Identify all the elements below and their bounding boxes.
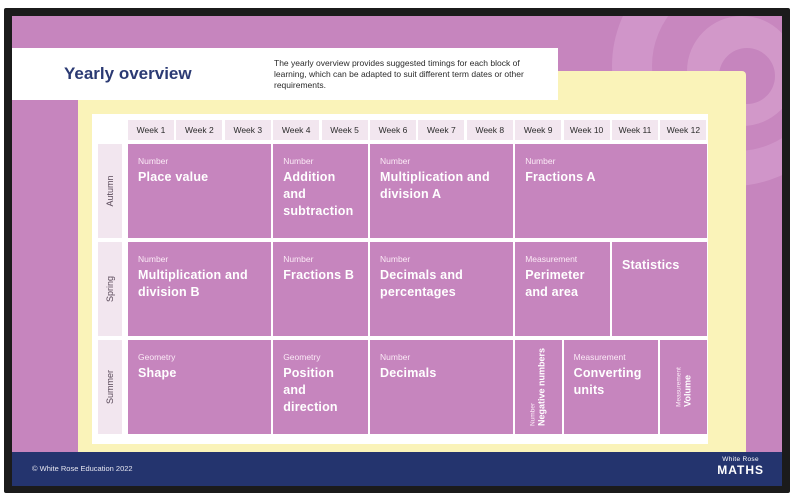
spring-block-5: Statistics: [612, 242, 707, 336]
block-category: Number: [380, 254, 411, 264]
block-name: Shape: [138, 366, 177, 380]
week-header-4: Week 4: [273, 120, 320, 140]
block-name: Multiplication and division A: [380, 170, 490, 201]
block-category: Number: [283, 156, 314, 166]
block-name: Decimals: [380, 366, 437, 380]
term-label-summer: Summer: [98, 340, 122, 434]
spring-block-3: Number Decimals and percentages: [370, 242, 514, 336]
header-box: Yearly overview The yearly overview prov…: [12, 48, 558, 100]
block-category: Measurement: [525, 254, 578, 264]
white-rose-maths-logo: White Rose MATHS: [717, 456, 764, 477]
week-header-3: Week 3: [224, 120, 271, 140]
block-category: Measurement: [573, 352, 626, 362]
block-name: Position and direction: [283, 366, 338, 414]
page-title: Yearly overview: [64, 64, 192, 83]
spring-block-4: Measurement Perimeter and area: [515, 242, 610, 336]
summer-block-3: Number Decimals: [370, 340, 514, 434]
week-header-10: Week 10: [563, 120, 610, 140]
term-label-spring: Spring: [98, 242, 122, 336]
week-header-6: Week 6: [370, 120, 416, 140]
autumn-block-4: Number Fractions A: [515, 144, 707, 238]
summer-block-4: Number Negative numbers: [515, 340, 562, 434]
block-name: Converting units: [573, 366, 642, 397]
slide: Yearly overview The yearly overview prov…: [12, 16, 782, 486]
autumn-block-2: Number Addition and subtraction: [273, 144, 368, 238]
week-header-1: Week 1: [128, 120, 174, 140]
block-category: Geometry: [283, 352, 321, 362]
block-category: Number: [380, 352, 411, 362]
block-name: Fractions B: [283, 268, 355, 282]
summer-block-1: Geometry Shape: [128, 340, 272, 434]
block-category: Geometry: [138, 352, 176, 362]
block-name: Addition and subtraction: [283, 170, 354, 218]
autumn-block-3: Number Multiplication and division A: [370, 144, 514, 238]
summer-block-6: Measurement Volume: [660, 340, 707, 434]
block-name: Decimals and percentages: [380, 268, 463, 299]
block-name: Negative numbers: [536, 347, 547, 427]
block-name: Perimeter and area: [525, 268, 585, 299]
week-header-8: Week 8: [466, 120, 513, 140]
block-name: Volume: [682, 375, 693, 407]
copyright-text: © White Rose Education 2022: [32, 464, 133, 473]
week-header-2: Week 2: [176, 120, 223, 140]
autumn-block-1: Number Place value: [128, 144, 272, 238]
week-header-12: Week 12: [660, 120, 707, 140]
overview-grid: Week 1 Week 2 Week 3 Week 4 Week 5 Week 6 Week…: [92, 114, 708, 444]
week-header-9: Week 9: [515, 120, 562, 140]
summer-block-5: Measurement Converting units: [563, 340, 659, 434]
block-name: Fractions A: [525, 170, 596, 184]
block-category: Number: [525, 156, 556, 166]
block-category: Number: [380, 156, 411, 166]
week-header-11: Week 11: [612, 120, 658, 140]
week-header-7: Week 7: [418, 120, 465, 140]
block-name: Place value: [138, 170, 209, 184]
block-category: Number: [283, 254, 314, 264]
block-name: Multiplication and division B: [138, 268, 248, 299]
spring-block-1: Number Multiplication and division B: [128, 242, 272, 336]
spring-block-2: Number Fractions B: [273, 242, 368, 336]
block-category: Number: [138, 156, 169, 166]
block-category: Number: [138, 254, 169, 264]
summer-block-2: Geometry Position and direction: [273, 340, 368, 434]
block-category: Measurement: [675, 367, 683, 407]
week-header-5: Week 5: [321, 120, 368, 140]
block-name: Statistics: [622, 258, 680, 272]
footer: © White Rose Education 2022 White Rose M…: [12, 452, 782, 486]
term-label-autumn: Autumn: [98, 144, 122, 238]
intro-text: The yearly overview provides suggested t…: [274, 58, 524, 90]
